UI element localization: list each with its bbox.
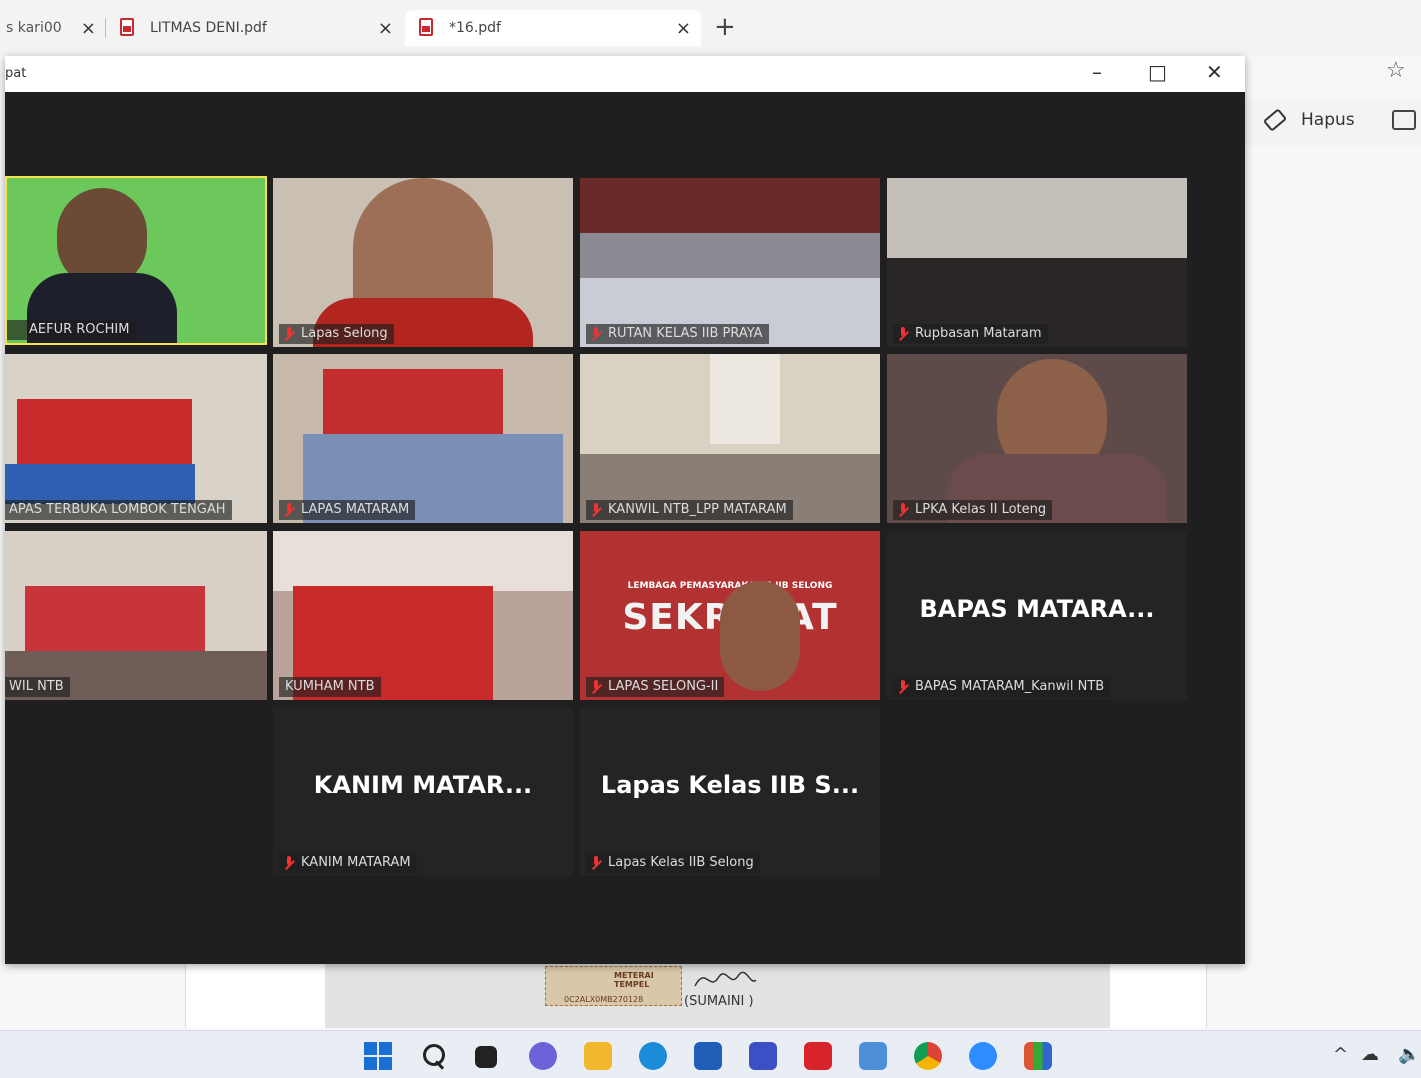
tab-label: *16.pdf	[449, 20, 501, 36]
tab-litmas-deni[interactable]: LITMAS DENI.pdf ×	[118, 10, 393, 46]
video-tile[interactable]: RUTAN KELAS IIB PRAYA	[580, 178, 880, 347]
eraser-icon	[1262, 108, 1288, 132]
video-tile[interactable]: WIL NTB	[5, 531, 267, 700]
participant-name: BAPAS MATARA...	[919, 595, 1155, 623]
favorite-star-icon[interactable]: ☆	[1386, 58, 1406, 83]
participant-label: LAPAS MATARAM	[279, 500, 416, 520]
zoom-title-bar: pat – □ ✕	[5, 56, 1245, 92]
window	[710, 354, 780, 444]
tab-label: s kari00	[6, 20, 62, 36]
mic-muted-icon	[898, 503, 908, 517]
pdf-icon	[417, 18, 435, 38]
video-tile[interactable]: AEFUR ROCHIM	[5, 176, 267, 345]
room-wall	[273, 531, 573, 591]
close-icon[interactable]: ×	[676, 18, 691, 39]
room-wall	[580, 178, 880, 233]
window-close-icon[interactable]: ✕	[1206, 60, 1223, 84]
window-title: pat	[5, 66, 27, 81]
mic-muted-icon	[284, 327, 294, 341]
participant-label: LPKA Kelas II Loteng	[893, 500, 1053, 520]
signature	[694, 971, 757, 987]
banner-top: LEMBAGA PEMASYARAKA AS IIB SELONG	[627, 581, 833, 591]
chat-icon[interactable]	[529, 1042, 557, 1070]
new-tab-icon[interactable]: +	[714, 12, 736, 42]
participant-label: APAS TERBUKA LOMBOK TENGAH	[5, 500, 232, 520]
close-icon[interactable]: ×	[378, 18, 393, 39]
mic-muted-icon	[898, 680, 908, 694]
video-tile[interactable]: LPKA Kelas II Loteng	[887, 354, 1187, 523]
blue-seats	[5, 464, 195, 504]
video-tile[interactable]: APAS TERBUKA LOMBOK TENGAH	[5, 354, 267, 523]
edge-icon[interactable]	[639, 1042, 667, 1070]
participant-label: WIL NTB	[5, 677, 70, 697]
participant-label: Lapas Kelas IIB Selong	[586, 853, 760, 873]
participant-name: Lapas Kelas IIB S...	[600, 771, 860, 799]
chrome-icon[interactable]	[914, 1042, 942, 1070]
participant-figure	[720, 581, 800, 691]
room-banner	[323, 369, 503, 439]
participant-label: RUTAN KELAS IIB PRAYA	[586, 324, 769, 344]
erase-label: Hapus	[1301, 110, 1355, 130]
participant-label: AEFUR ROCHIM	[7, 320, 136, 340]
maximize-icon[interactable]: □	[1148, 60, 1167, 84]
tab-kari[interactable]: s kari00 ×	[0, 10, 96, 46]
app-icon[interactable]	[1024, 1042, 1052, 1070]
video-tile[interactable]: KANIM MATAR... KANIM MATARAM	[273, 707, 573, 876]
app-icon[interactable]	[749, 1042, 777, 1070]
file-explorer-icon[interactable]	[584, 1042, 612, 1070]
cloud-icon[interactable]: ☁	[1361, 1044, 1379, 1065]
video-tile[interactable]: LAPAS MATARAM	[273, 354, 573, 523]
participant-label: KANWIL NTB_LPP MATARAM	[586, 500, 793, 520]
erase-button[interactable]: Hapus	[1262, 108, 1355, 132]
mic-muted-icon	[591, 856, 601, 870]
document-app-icon[interactable]	[859, 1042, 887, 1070]
video-tile[interactable]: BAPAS MATARA... BAPAS MATARAM_Kanwil NTB	[887, 531, 1187, 700]
mic-muted-icon	[284, 856, 294, 870]
video-tile[interactable]: Lapas Kelas IIB S... Lapas Kelas IIB Sel…	[580, 707, 880, 876]
speaker-icon[interactable]: 🔈	[1398, 1044, 1420, 1065]
tab-label: LITMAS DENI.pdf	[150, 20, 267, 36]
participant-name: KANIM MATAR...	[313, 771, 533, 799]
mic-muted-icon	[898, 327, 908, 341]
print-icon[interactable]	[1392, 110, 1416, 130]
mcafee-icon[interactable]	[804, 1042, 832, 1070]
video-tile[interactable]: Lapas Selong	[273, 178, 573, 347]
tab-16-pdf[interactable]: *16.pdf ×	[405, 10, 701, 46]
participant-label: KANIM MATARAM	[279, 853, 417, 873]
task-view-icon[interactable]	[475, 1046, 497, 1068]
start-icon[interactable]	[364, 1042, 392, 1070]
stamp-seal: METERAI TEMPEL 0C2ALX0MB270128	[545, 966, 682, 1006]
participant-label: Lapas Selong	[279, 324, 394, 344]
video-tile[interactable]: LEMBAGA PEMASYARAKA AS IIB SELONG SEKRE …	[580, 531, 880, 700]
close-icon[interactable]: ×	[81, 18, 96, 39]
minimize-icon[interactable]: –	[1092, 60, 1102, 84]
room-banner	[25, 586, 205, 656]
room-wall	[887, 178, 1187, 258]
video-tile[interactable]: KUMHAM NTB	[273, 531, 573, 700]
tab-divider	[105, 18, 106, 38]
video-tile[interactable]: KANWIL NTB_LPP MATARAM	[580, 354, 880, 523]
mic-muted-icon	[591, 503, 601, 517]
participant-label: KUMHAM NTB	[279, 677, 381, 697]
mic-muted-icon	[284, 503, 294, 517]
pdf-icon	[118, 18, 136, 38]
signatory-name: (SUMAINI )	[684, 994, 754, 1009]
browser-tab-bar: s kari00 × LITMAS DENI.pdf × *16.pdf × +	[0, 0, 1421, 56]
store-icon[interactable]	[694, 1042, 722, 1070]
participant-label: Rupbasan Mataram	[893, 324, 1048, 344]
participant-label: LAPAS SELONG-II	[586, 677, 725, 697]
mic-muted-icon	[591, 680, 601, 694]
mic-muted-icon	[591, 327, 601, 341]
zoom-meeting-window: pat – □ ✕ AEFUR ROCHIM Lapas Selong RUTA…	[5, 56, 1245, 964]
search-icon[interactable]	[420, 1042, 448, 1070]
participant-label: BAPAS MATARAM_Kanwil NTB	[893, 677, 1111, 697]
chevron-up-icon[interactable]: ^	[1333, 1044, 1348, 1065]
zoom-icon[interactable]	[969, 1042, 997, 1070]
video-tile[interactable]: Rupbasan Mataram	[887, 178, 1187, 347]
